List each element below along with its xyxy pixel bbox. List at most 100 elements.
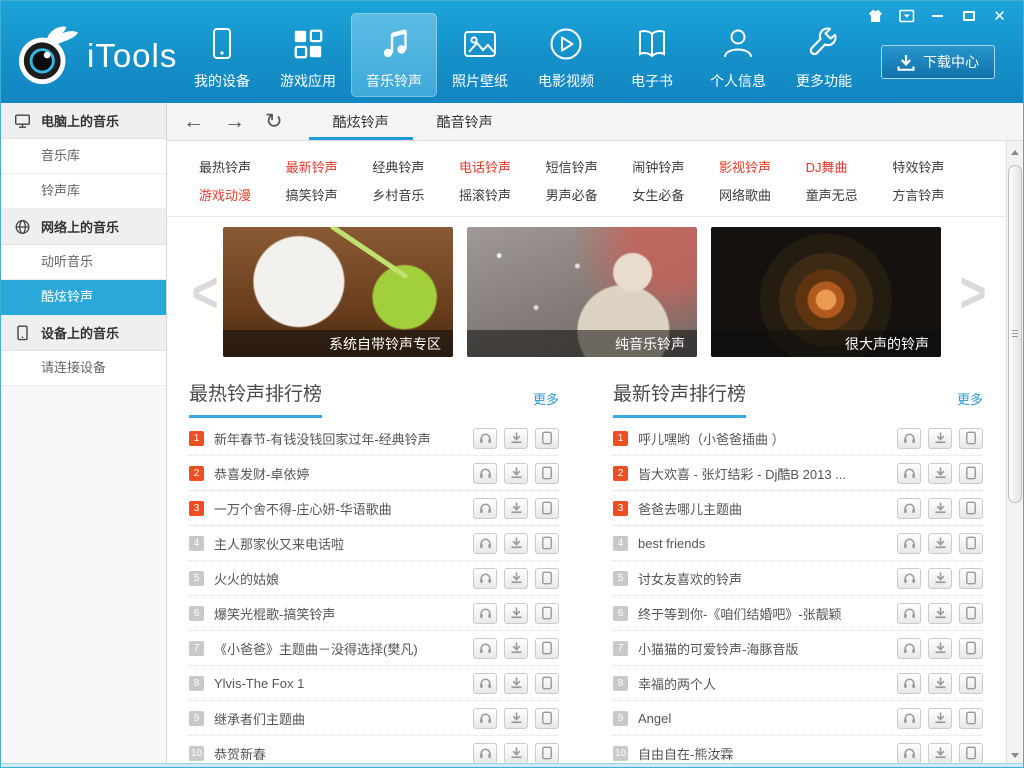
ringtone-row[interactable]: 8 Ylvis-The Fox 1 xyxy=(189,666,559,701)
download-button[interactable] xyxy=(504,708,528,729)
ringtone-row[interactable]: 5 火火的姑娘 xyxy=(189,561,559,596)
sidebar-item-cool-ringtones[interactable]: 酷炫铃声 xyxy=(1,280,166,315)
menu-button[interactable] xyxy=(891,6,922,26)
download-button[interactable] xyxy=(928,708,952,729)
nav-music-ringtones[interactable]: 音乐铃声 xyxy=(351,13,437,97)
tab-cool-ringtones[interactable]: 酷炫铃声 xyxy=(309,103,413,140)
download-button[interactable] xyxy=(504,428,528,449)
ringtone-row[interactable]: 2 恭喜发财-卓依婷 xyxy=(189,456,559,491)
send-to-device-button[interactable] xyxy=(959,743,983,764)
nav-movies-video[interactable]: 电影视频 xyxy=(523,13,609,97)
scrollbar-thumb[interactable] xyxy=(1008,165,1022,503)
download-button[interactable] xyxy=(928,533,952,554)
download-button[interactable] xyxy=(928,498,952,519)
ringtone-row[interactable]: 3 爸爸去哪儿主题曲 xyxy=(613,491,983,526)
send-to-device-button[interactable] xyxy=(959,428,983,449)
carousel-next-button[interactable]: > xyxy=(955,258,991,326)
ringtone-row[interactable]: 6 爆笑光棍歌-搞笑铃声 xyxy=(189,596,559,631)
send-to-device-button[interactable] xyxy=(535,498,559,519)
listen-button[interactable] xyxy=(473,428,497,449)
ringtone-row[interactable]: 7 小猫猫的可爱铃声-海豚音版 xyxy=(613,631,983,666)
ringtone-row[interactable]: 1 新年春节-有钱没钱回家过年-经典铃声 xyxy=(189,421,559,456)
download-button[interactable] xyxy=(928,568,952,589)
send-to-device-button[interactable] xyxy=(535,673,559,694)
ringtone-row[interactable]: 9 Angel xyxy=(613,701,983,736)
nav-personal-info[interactable]: 个人信息 xyxy=(695,13,781,97)
category-link[interactable]: DJ舞曲 xyxy=(806,157,893,176)
send-to-device-button[interactable] xyxy=(959,603,983,624)
download-button[interactable] xyxy=(928,463,952,484)
listen-button[interactable] xyxy=(897,568,921,589)
listen-button[interactable] xyxy=(473,498,497,519)
carousel-prev-button[interactable]: < xyxy=(187,258,223,326)
ringtone-row[interactable]: 7 《小爸爸》主题曲－没得选择(樊凡) xyxy=(189,631,559,666)
category-link[interactable]: 网络歌曲 xyxy=(719,185,806,204)
download-button[interactable] xyxy=(504,743,528,764)
listen-button[interactable] xyxy=(897,708,921,729)
send-to-device-button[interactable] xyxy=(535,428,559,449)
category-link[interactable]: 方言铃声 xyxy=(892,185,979,204)
send-to-device-button[interactable] xyxy=(535,638,559,659)
listen-button[interactable] xyxy=(473,463,497,484)
close-button[interactable]: ✕ xyxy=(984,6,1015,26)
category-link[interactable]: 闹钟铃声 xyxy=(632,157,719,176)
category-link[interactable]: 搞笑铃声 xyxy=(286,185,373,204)
category-link[interactable]: 男声必备 xyxy=(546,185,633,204)
listen-button[interactable] xyxy=(473,533,497,554)
listen-button[interactable] xyxy=(897,498,921,519)
category-link[interactable]: 经典铃声 xyxy=(372,157,459,176)
listen-button[interactable] xyxy=(897,743,921,764)
listen-button[interactable] xyxy=(473,708,497,729)
listen-button[interactable] xyxy=(897,603,921,624)
download-button[interactable] xyxy=(504,568,528,589)
ringtone-row[interactable]: 8 幸福的两个人 xyxy=(613,666,983,701)
banner-system-ringtones[interactable]: 系统自带铃声专区 xyxy=(223,227,453,357)
sidebar-item-connect-device[interactable]: 请连接设备 xyxy=(1,351,166,386)
download-button[interactable] xyxy=(504,638,528,659)
more-link[interactable]: 更多 xyxy=(957,389,983,418)
refresh-button[interactable]: ↻ xyxy=(265,111,283,132)
ringtone-row[interactable]: 4 主人那家伙又来电话啦 xyxy=(189,526,559,561)
send-to-device-button[interactable] xyxy=(535,603,559,624)
category-link[interactable]: 短信铃声 xyxy=(546,157,633,176)
ringtone-row[interactable]: 10 自由自在-熊汝霖 xyxy=(613,736,983,768)
banner-loud-ringtones[interactable]: 很大声的铃声 xyxy=(711,227,941,357)
send-to-device-button[interactable] xyxy=(535,568,559,589)
download-button[interactable] xyxy=(928,638,952,659)
ringtone-row[interactable]: 2 皆大欢喜 - 张灯结彩 - Dj酷B 2013 ... xyxy=(613,456,983,491)
scrollbar-down-button[interactable] xyxy=(1007,748,1023,763)
listen-button[interactable] xyxy=(897,463,921,484)
listen-button[interactable] xyxy=(473,603,497,624)
sidebar-item-dongting-music[interactable]: 动听音乐 xyxy=(1,245,166,280)
category-link[interactable]: 摇滚铃声 xyxy=(459,185,546,204)
download-button[interactable] xyxy=(928,428,952,449)
maximize-button[interactable] xyxy=(953,6,984,26)
sidebar-item-ringtone-library[interactable]: 铃声库 xyxy=(1,174,166,209)
listen-button[interactable] xyxy=(897,428,921,449)
listen-button[interactable] xyxy=(897,673,921,694)
ringtone-row[interactable]: 9 继承者们主题曲 xyxy=(189,701,559,736)
banner-pure-music[interactable]: 纯音乐铃声 xyxy=(467,227,697,357)
listen-button[interactable] xyxy=(897,533,921,554)
send-to-device-button[interactable] xyxy=(959,708,983,729)
send-to-device-button[interactable] xyxy=(959,498,983,519)
scrollbar-up-button[interactable] xyxy=(1007,145,1023,160)
sidebar-item-music-library[interactable]: 音乐库 xyxy=(1,139,166,174)
send-to-device-button[interactable] xyxy=(535,533,559,554)
category-link[interactable]: 影视铃声 xyxy=(719,157,806,176)
category-link[interactable]: 电话铃声 xyxy=(459,157,546,176)
download-button[interactable] xyxy=(928,603,952,624)
category-link[interactable]: 最新铃声 xyxy=(286,157,373,176)
download-button[interactable] xyxy=(504,463,528,484)
download-button[interactable] xyxy=(504,603,528,624)
download-button[interactable] xyxy=(928,743,952,764)
nav-ebooks[interactable]: 电子书 xyxy=(609,13,695,97)
send-to-device-button[interactable] xyxy=(535,708,559,729)
category-link[interactable]: 女生必备 xyxy=(632,185,719,204)
back-button[interactable]: ← xyxy=(183,111,204,132)
send-to-device-button[interactable] xyxy=(959,463,983,484)
ringtone-row[interactable]: 3 一万个舍不得-庄心妍-华语歌曲 xyxy=(189,491,559,526)
download-button[interactable] xyxy=(504,673,528,694)
download-center-button[interactable]: 下载中心 xyxy=(881,45,995,79)
more-link[interactable]: 更多 xyxy=(533,389,559,418)
